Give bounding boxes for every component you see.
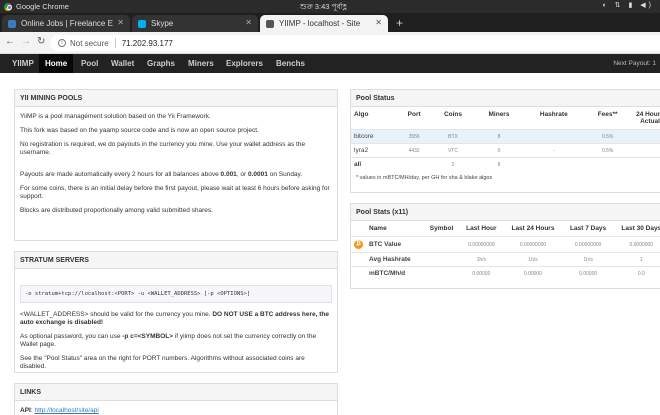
table-row: mBTC/Mh/d 0.00000 0.00000 0.00000 0.0 [351, 266, 660, 280]
os-top-bar: Google Chrome শুক্র 3:43 পূর্বাহ্ণ ◐ ⇅ ▮… [0, 0, 660, 13]
tab-online-jobs[interactable]: Online Jobs | Freelance E ✕ [2, 15, 130, 32]
password-text: As optional password, you can use -p c=<… [20, 333, 317, 348]
close-tab-icon[interactable]: ✕ [117, 18, 124, 27]
table-row[interactable]: bitcore 3556 BTX 8 0.5% [351, 129, 660, 144]
panel-title: YII MINING POOLS [15, 90, 337, 107]
tab-yiimp[interactable]: YIIMP - localhost - Site ✕ [260, 15, 388, 32]
api-label: API [20, 407, 31, 414]
page-content: YII MINING POOLS YiiMP is a pool managem… [0, 73, 660, 415]
forward-arrow-icon[interactable]: → [21, 36, 31, 47]
chrome-icon [4, 2, 12, 11]
url-text[interactable]: 71.202.93.177 [122, 39, 173, 48]
distribution-text: Blocks are distributed proportionally am… [20, 207, 213, 214]
stratum-command: -o stratum+tcp://localhost:<PORT> -u <WA… [20, 285, 332, 303]
col-hashrate[interactable]: Hashrate [523, 107, 584, 130]
close-tab-icon[interactable]: ✕ [245, 18, 252, 27]
col-symbol: Symbol [429, 225, 454, 232]
not-secure-label: Not secure [70, 38, 109, 48]
next-payout: Next Payout: 1 [613, 60, 656, 67]
col-icon [351, 221, 366, 237]
col-last-24h: Last 24 Hours [511, 225, 555, 232]
tab-title: YIIMP - localhost - Site [279, 19, 361, 28]
table-row-total: all 2 8 [351, 157, 660, 171]
fork-text: This fork was based on the yaamp source … [20, 127, 259, 134]
table-row[interactable]: lyra2 4432 VTC 0 - 0.5% [351, 143, 660, 158]
col-last-7d: Last 7 Days [570, 225, 607, 232]
tab-title: Skype [151, 19, 174, 28]
pool-status-table: Algo Port Coins Miners Hashrate Fees** 2… [351, 107, 660, 171]
nav-miners[interactable]: Miners [188, 59, 214, 68]
pool-status-panel: Pool Status Algo Port Coins Miners Hashr… [350, 89, 660, 193]
intro-text: YiiMP is a pool management solution base… [20, 113, 211, 120]
col-fees[interactable]: Fees** [584, 107, 631, 130]
os-app-name: Google Chrome [16, 2, 69, 11]
nav-pool[interactable]: Pool [81, 59, 98, 68]
pool-stats-table: Name Symbol Last Hour Last 24 Hours Last… [351, 221, 660, 280]
col-algo[interactable]: Algo [351, 107, 397, 130]
col-last-30d: Last 30 Days [621, 225, 660, 232]
info-icon[interactable]: i [58, 39, 66, 47]
freelance-favicon-icon [8, 19, 16, 28]
nav-benchs[interactable]: Benchs [276, 59, 305, 68]
divider [114, 38, 116, 48]
col-24h[interactable]: 24 Hours Actual [631, 107, 660, 130]
tab-skype[interactable]: Skype ✕ [132, 15, 258, 32]
payout-text: Payouts are made automatically every 2 h… [20, 171, 303, 178]
col-coins[interactable]: Coins [431, 107, 474, 130]
back-arrow-icon[interactable]: ← [5, 36, 15, 47]
table-row: Avg Hashrate 1h/s 1h/s 1h/s 1 [351, 252, 660, 267]
panel-title: STRATUM SERVERS [15, 252, 337, 269]
nav-graphs[interactable]: Graphs [147, 59, 175, 68]
mining-pools-panel: YII MINING POOLS YiiMP is a pool managem… [14, 89, 338, 241]
col-miners[interactable]: Miners [475, 107, 524, 130]
nav-wallet[interactable]: Wallet [111, 59, 134, 68]
reload-icon[interactable]: ↻ [37, 36, 45, 47]
table-row: ₿ BTC Value 0.00000000 0.00000000 0.0000… [351, 236, 660, 253]
stratum-servers-panel: STRATUM SERVERS -o stratum+tcp://localho… [14, 251, 338, 373]
bitcoin-icon: ₿ [354, 240, 363, 249]
port-text: See the "Pool Status" area on the right … [20, 355, 305, 370]
panel-title: LINKS [15, 384, 337, 401]
omnibox[interactable]: i Not secure 71.202.93.177 [50, 35, 660, 51]
api-link[interactable]: http://localhost/site/api [34, 407, 98, 414]
nav-brand[interactable]: YIIMP [12, 59, 34, 68]
site-favicon-icon [266, 19, 274, 28]
site-navbar: YIIMP Home Pool Wallet Graphs Miners Exp… [0, 54, 660, 73]
close-tab-icon[interactable]: ✕ [375, 18, 382, 27]
links-panel: LINKS API: http://localhost/site/api [14, 383, 338, 415]
panel-title: Pool Status [351, 90, 660, 107]
registration-text: No registration is required, we do payou… [20, 141, 306, 156]
col-name: Name [369, 225, 387, 232]
tab-title: Online Jobs | Freelance E [21, 19, 113, 28]
pool-status-note: * values in mBTC/MH/day, per GH for sha … [356, 175, 493, 181]
delay-text: For some coins, there is an initial dela… [20, 185, 330, 200]
new-tab-icon[interactable]: + [396, 16, 403, 30]
address-bar: ← → ↻ i Not secure 71.202.93.177 [0, 32, 660, 54]
skype-favicon-icon [138, 19, 146, 28]
col-last-hour: Last Hour [466, 225, 497, 232]
pool-stats-panel: Pool Stats (x11) Name Symbol Last Hour L… [350, 203, 660, 289]
panel-title: Pool Stats (x11) [351, 204, 660, 221]
system-tray-icons[interactable]: ◐ ⇅ ▮ ◀) [603, 1, 655, 9]
tab-strip: Online Jobs | Freelance E ✕ Skype ✕ YIIM… [0, 13, 660, 32]
nav-home[interactable]: Home [39, 54, 74, 73]
nav-explorers[interactable]: Explorers [226, 59, 263, 68]
col-port[interactable]: Port [397, 107, 431, 130]
wallet-warning: <WALLET_ADDRESS> should be valid for the… [20, 311, 329, 326]
